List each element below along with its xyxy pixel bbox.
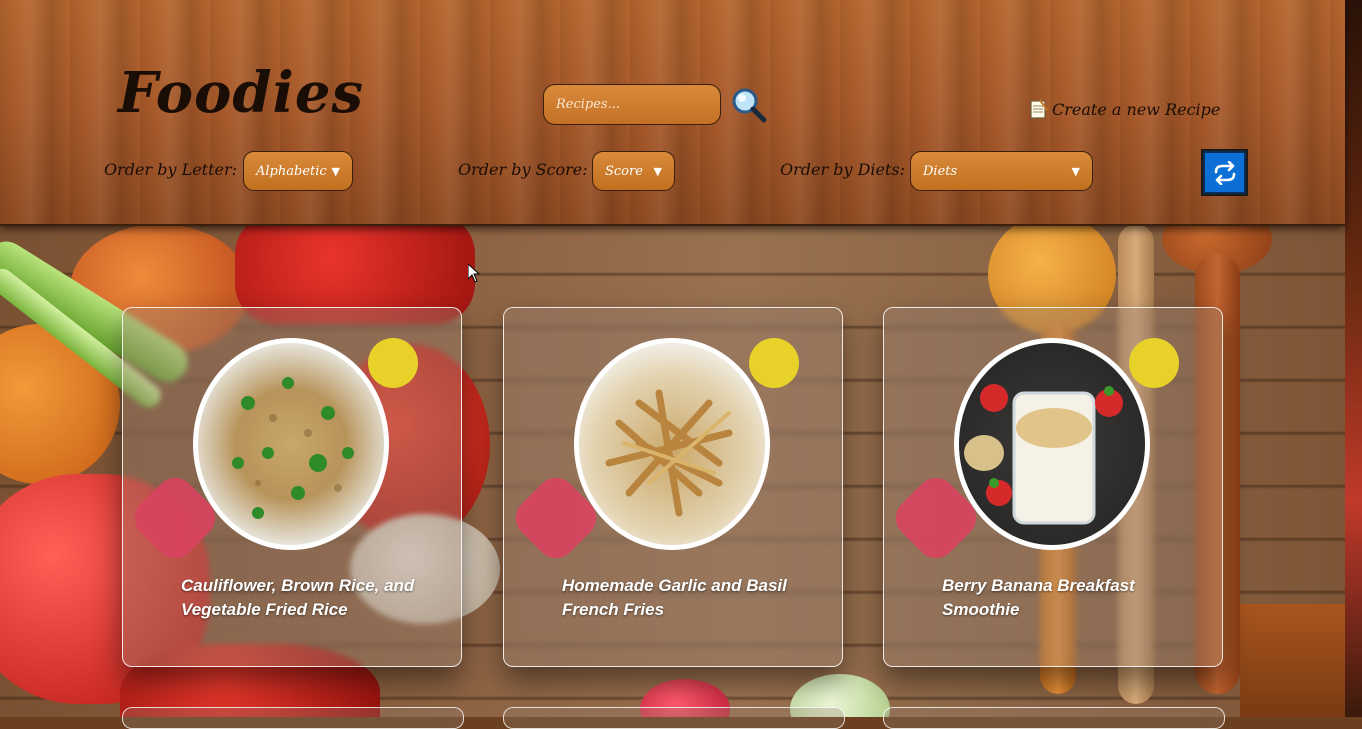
create-recipe-label: Create a new Recipe	[1052, 99, 1221, 119]
order-score-select[interactable]: Score ▼	[592, 151, 675, 191]
order-letter-label: Order by Letter:	[104, 160, 238, 179]
order-diets-select[interactable]: Diets ▼	[910, 151, 1093, 191]
mouse-cursor-icon	[467, 262, 481, 288]
score-badge	[368, 338, 418, 388]
chevron-down-icon: ▼	[331, 164, 340, 178]
order-score-value: Score	[605, 163, 643, 179]
refresh-button[interactable]	[1201, 149, 1248, 196]
magnifier-icon[interactable]	[730, 86, 768, 124]
recipe-title: Homemade Garlic and Basil French Fries	[562, 576, 787, 619]
recipe-card-partial[interactable]	[122, 707, 464, 729]
recipe-card-partial[interactable]	[503, 707, 845, 729]
header: Foodies Create a new Recipe Order by Let…	[0, 0, 1345, 226]
cutting-board-decoration	[1240, 604, 1345, 717]
order-diets-value: Diets	[923, 163, 958, 179]
search-input[interactable]	[543, 84, 721, 125]
window-edge	[1345, 0, 1362, 717]
recipe-card[interactable]: Homemade Garlic and Basil French Fries	[503, 307, 843, 667]
recipe-card-partial[interactable]	[883, 707, 1225, 729]
recipe-image	[574, 338, 770, 550]
create-recipe-link[interactable]: Create a new Recipe	[1030, 98, 1220, 120]
app-logo[interactable]: Foodies	[118, 60, 364, 126]
recipe-image	[954, 338, 1150, 550]
order-score-label: Order by Score:	[458, 160, 588, 179]
score-badge	[1129, 338, 1179, 388]
chevron-down-icon: ▼	[653, 164, 662, 178]
recipe-image	[193, 338, 389, 550]
notepad-icon	[1030, 98, 1048, 120]
chevron-down-icon: ▼	[1071, 164, 1080, 178]
order-letter-value: Alphabetic	[256, 163, 327, 179]
order-letter-select[interactable]: Alphabetic ▼	[243, 151, 353, 191]
score-badge	[749, 338, 799, 388]
recipe-card[interactable]: Berry Banana Breakfast Smoothie	[883, 307, 1223, 667]
refresh-icon	[1214, 160, 1235, 185]
recipe-card[interactable]: Cauliflower, Brown Rice, and Vegetable F…	[122, 307, 462, 667]
recipe-title: Cauliflower, Brown Rice, and Vegetable F…	[181, 576, 415, 619]
recipe-title: Berry Banana Breakfast Smoothie	[942, 576, 1135, 619]
order-diets-label: Order by Diets:	[780, 160, 906, 179]
